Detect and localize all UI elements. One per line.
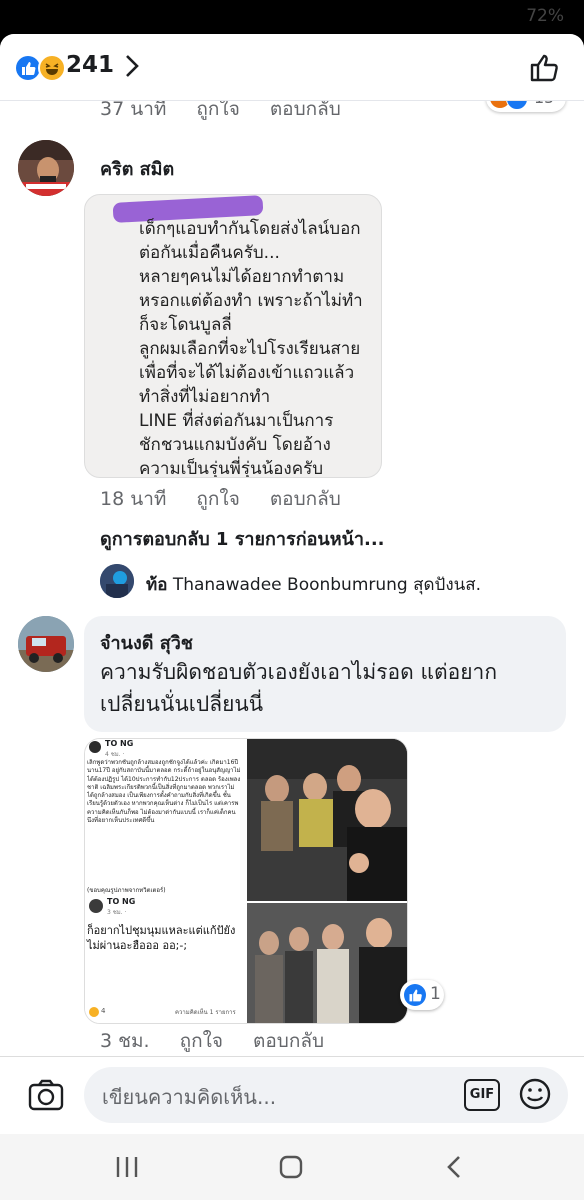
comment2-meta: 3 ชม. ถูกใจ ตอบกลับ bbox=[100, 1026, 354, 1056]
screenshot-line: ลูกผมเลือกที่จะไปโรงเรียนสาย bbox=[139, 339, 361, 359]
reply-avatar[interactable] bbox=[100, 564, 134, 598]
meme-photo-bottom bbox=[247, 903, 407, 1023]
comment-time: 3 ชม. bbox=[100, 1030, 150, 1052]
screenshot-line: ต่อกันเมื่อคืนครับ... bbox=[139, 243, 280, 263]
screenshot-line: ก็จะโดนบูลลี่ bbox=[139, 315, 232, 335]
comment-text: ความรับผิดชอบตัวเองยังเอาไม่รอด แต่อยากเ… bbox=[100, 660, 498, 716]
reactions-header[interactable]: 241 bbox=[0, 34, 584, 101]
reply-text: ก็อยากไปชุมนุมแหละแต่แก้ปัยังไม่ผ่านอะฮื… bbox=[87, 924, 236, 952]
reply-link[interactable]: ตอบกลับ bbox=[253, 1026, 324, 1056]
meme-photo-top bbox=[247, 739, 407, 901]
back-icon[interactable] bbox=[442, 1154, 468, 1180]
comment-bubble[interactable]: จำนงดี สุวิช ความรับผิดชอบตัวเองยังเอาไม… bbox=[84, 616, 566, 732]
comment-composer: เขียนความคิดเห็น... GIF bbox=[0, 1056, 584, 1135]
comment1-meta: 18 นาที ถูกใจ ตอบกลับ bbox=[100, 484, 371, 514]
post-time: 4 ชม. · bbox=[105, 751, 125, 758]
like-link[interactable]: ถูกใจ bbox=[180, 1026, 223, 1056]
commenter-name[interactable]: จำนงดี สุวิช bbox=[100, 628, 193, 657]
meme-reaction-count: 1 bbox=[430, 984, 441, 1004]
reply-time: 3 ชม. · bbox=[107, 909, 127, 916]
reply-link[interactable]: ตอบกลับ bbox=[270, 484, 341, 514]
comment-meme-image[interactable]: TO NG 4 ชม. · เลิกพูดว่าพวกชั้นถูกล้างสม… bbox=[84, 738, 408, 1024]
status-bar: 72% bbox=[0, 0, 584, 34]
recent-apps-icon[interactable] bbox=[114, 1154, 140, 1180]
home-icon[interactable] bbox=[278, 1154, 304, 1180]
comment-input[interactable]: เขียนความคิดเห็น... GIF bbox=[84, 1067, 568, 1123]
comment-time: 18 นาที bbox=[100, 488, 167, 510]
reply-author[interactable]: ท้อ bbox=[146, 575, 167, 595]
screenshot-line: ทำสิ่งที่ไม่อยากทำ bbox=[139, 387, 271, 407]
reply-preview[interactable]: ท้อ Thanawadee Boonbumrung สุดปังนส. bbox=[146, 571, 481, 598]
like-icon bbox=[16, 56, 40, 80]
system-nav-bar bbox=[0, 1134, 584, 1200]
like-icon bbox=[404, 984, 426, 1006]
post-footer: (ขอบคุณรูปภาพจากทวิตเตอร์) bbox=[87, 887, 166, 894]
screenshot-line: เพื่อที่จะได้ไม่ต้องเข้าแถวแล้ว bbox=[139, 363, 355, 383]
screenshot-line: เด็กๆแอบทำกันโดยส่งไลน์บอก bbox=[139, 219, 361, 239]
gif-button[interactable]: GIF bbox=[464, 1079, 500, 1111]
screenshot-text: เด็กๆแอบทำกันโดยส่งไลน์บอก ต่อกันเมื่อคื… bbox=[139, 217, 379, 478]
comment-input-placeholder: เขียนความคิดเห็น... bbox=[102, 1085, 277, 1109]
post-avatar bbox=[89, 741, 101, 753]
post-author: TO NG bbox=[105, 739, 134, 748]
screenshot-line: ชักชวนแกมบังคับ โดยอ้าง bbox=[139, 435, 331, 455]
reaction-count: 241 bbox=[66, 52, 115, 78]
avatar[interactable] bbox=[18, 140, 74, 196]
reply-footer: ความคิดเห็น 1 รายการ bbox=[175, 1009, 236, 1016]
reply-text: Thanawadee Boonbumrung สุดปังนส. bbox=[172, 575, 482, 595]
screenshot-line: LINE ที่ส่งต่อกันมาเป็นการ bbox=[139, 411, 334, 431]
post-body: เลิกพูดว่าพวกชั้นถูกล้างสมองถูกชักจูงได้… bbox=[87, 759, 241, 825]
reply-avatar bbox=[89, 899, 103, 913]
avatar[interactable] bbox=[18, 616, 74, 672]
commenter-name[interactable]: คริต สมิต bbox=[100, 154, 174, 183]
screenshot-line: หรอกแต่ต้องทำ เพราะถ้าไม่ทำ bbox=[139, 291, 363, 311]
like-button-icon[interactable] bbox=[528, 50, 562, 84]
emoji-icon[interactable] bbox=[518, 1077, 552, 1111]
camera-icon[interactable] bbox=[28, 1079, 64, 1111]
comment-screenshot-image[interactable]: เด็กๆแอบทำกันโดยส่งไลน์บอก ต่อกันเมื่อคื… bbox=[84, 194, 382, 478]
gif-label: GIF bbox=[469, 1087, 495, 1102]
like-link[interactable]: ถูกใจ bbox=[196, 484, 239, 514]
haha-icon bbox=[38, 54, 66, 82]
view-previous-replies-link[interactable]: ดูการตอบกลับ 1 รายการก่อนหน้า... bbox=[100, 524, 385, 553]
chevron-right-icon[interactable] bbox=[122, 52, 142, 80]
screenshot-line: หลายๆคนไม่ได้อยากทำตาม bbox=[139, 267, 345, 287]
battery-level: 72% bbox=[526, 6, 564, 26]
comments-sheet: 241 37 นาทีถูกใจตอบกลับ 15 คริต สมิต เด็… bbox=[0, 34, 584, 1134]
meme-reactions-pill[interactable]: 1 bbox=[400, 980, 444, 1010]
screenshot-line: ความเป็นรุ่นพี่รุ่นน้องครับ bbox=[139, 459, 324, 478]
reply-author: TO NG bbox=[107, 897, 136, 906]
reply-like-count: 4 bbox=[101, 1007, 106, 1015]
meme-post-screenshot: TO NG 4 ชม. · เลิกพูดว่าพวกชั้นถูกล้างสม… bbox=[85, 739, 245, 1023]
haha-icon bbox=[89, 1007, 99, 1017]
